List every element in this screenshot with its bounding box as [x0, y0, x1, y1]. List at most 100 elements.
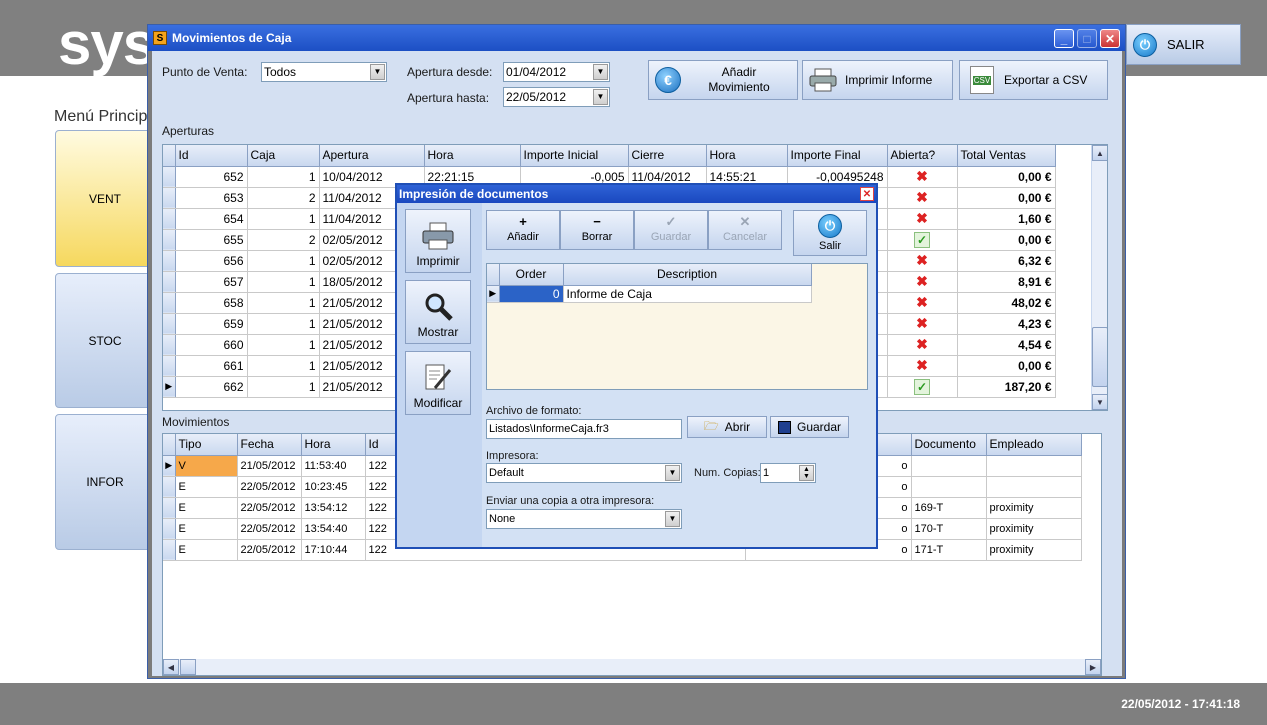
hasta-date[interactable]: 22/05/2012 ▼: [503, 87, 610, 107]
mv-col-5[interactable]: Documento: [911, 434, 987, 456]
copias-stepper[interactable]: 1 ▲ ▼: [760, 463, 816, 483]
cell[interactable]: [911, 455, 987, 477]
abrir-button[interactable]: 🗁 Abrir: [687, 416, 767, 438]
report-grid[interactable]: Order Description ▶ 0 Informe de Caja: [486, 263, 868, 390]
imprimir-button[interactable]: Imprimir: [405, 209, 471, 273]
cell[interactable]: 1,60 €: [957, 208, 1056, 230]
cell[interactable]: 187,20 €: [957, 376, 1056, 398]
dialog-titlebar[interactable]: Impresión de documentos: [397, 185, 876, 203]
tile-stock[interactable]: STOC: [55, 273, 155, 408]
cell[interactable]: 1: [247, 292, 320, 314]
tile-ventas[interactable]: VENT: [55, 130, 155, 267]
cell[interactable]: 654: [175, 208, 248, 230]
col-description[interactable]: Description: [563, 264, 812, 286]
mv-col-0[interactable]: Tipo: [175, 434, 238, 456]
movimientos-hscrollbar[interactable]: ◀ ▶: [163, 659, 1101, 675]
mostrar-button[interactable]: Mostrar: [405, 280, 471, 344]
col-7[interactable]: Importe Final: [787, 145, 888, 167]
dialog-salir-button[interactable]: ⏻ Salir: [793, 210, 867, 256]
pv-select[interactable]: Todos ▼: [261, 62, 387, 82]
desde-date[interactable]: 01/04/2012 ▼: [503, 62, 610, 82]
cell[interactable]: 13:54:12: [301, 497, 366, 519]
cell[interactable]: E: [175, 539, 238, 561]
tile-informes[interactable]: INFOR: [55, 414, 155, 550]
cell[interactable]: 662: [175, 376, 248, 398]
formato-input[interactable]: Listados\InformeCaja.fr3: [486, 419, 682, 439]
cell[interactable]: 0,00 €: [957, 187, 1056, 209]
cell[interactable]: 1: [247, 334, 320, 356]
col-6[interactable]: Hora: [706, 145, 788, 167]
col-0[interactable]: Id: [175, 145, 248, 167]
cell[interactable]: 1: [247, 271, 320, 293]
anadir-button[interactable]: + Añadir: [486, 210, 560, 250]
modificar-button[interactable]: Modificar: [405, 351, 471, 415]
window-titlebar[interactable]: S Movimientos de Caja: [148, 25, 1125, 51]
guardar-button[interactable]: Guardar: [770, 416, 849, 438]
mv-col-2[interactable]: Hora: [301, 434, 366, 456]
add-movimiento-button[interactable]: € Añadir Movimiento: [648, 60, 798, 100]
cell[interactable]: 0,00 €: [957, 229, 1056, 251]
cell[interactable]: 1: [247, 250, 320, 272]
cell[interactable]: 6,32 €: [957, 250, 1056, 272]
cell[interactable]: proximity: [986, 539, 1082, 561]
cell[interactable]: 1: [247, 376, 320, 398]
cell[interactable]: E: [175, 476, 238, 498]
cell[interactable]: 659: [175, 313, 248, 335]
spin-arrows-icon[interactable]: ▲ ▼: [799, 465, 814, 481]
scroll-thumb[interactable]: [180, 659, 196, 675]
cell[interactable]: 661: [175, 355, 248, 377]
scroll-right-icon[interactable]: ▶: [1085, 659, 1101, 675]
col-2[interactable]: Apertura: [319, 145, 425, 167]
cell[interactable]: 13:54:40: [301, 518, 366, 540]
cell[interactable]: [911, 476, 987, 498]
cell[interactable]: 10:23:45: [301, 476, 366, 498]
close-button[interactable]: ✕: [1100, 29, 1120, 48]
cell[interactable]: 658: [175, 292, 248, 314]
cell[interactable]: 21/05/2012: [237, 455, 302, 477]
cell[interactable]: 655: [175, 229, 248, 251]
export-csv-button[interactable]: CSV Exportar a CSV: [959, 60, 1108, 100]
col-8[interactable]: Abierta?: [887, 145, 958, 167]
cell[interactable]: 0,00 €: [957, 355, 1056, 377]
cell[interactable]: [986, 455, 1082, 477]
cell[interactable]: 2: [247, 187, 320, 209]
cell[interactable]: proximity: [986, 497, 1082, 519]
borrar-button[interactable]: − Borrar: [560, 210, 634, 250]
scroll-down-icon[interactable]: ▼: [1092, 394, 1107, 410]
cell[interactable]: 656: [175, 250, 248, 272]
cell[interactable]: 1: [247, 208, 320, 230]
cell[interactable]: 22/05/2012: [237, 518, 302, 540]
cell[interactable]: 169-T: [911, 497, 987, 519]
cell[interactable]: 170-T: [911, 518, 987, 540]
mv-col-1[interactable]: Fecha: [237, 434, 302, 456]
mv-col-6[interactable]: Empleado: [986, 434, 1082, 456]
impresora-select[interactable]: Default ▼: [486, 463, 682, 483]
description-cell[interactable]: Informe de Caja: [563, 285, 812, 303]
cell[interactable]: 171-T: [911, 539, 987, 561]
table-row[interactable]: ▶ 0 Informe de Caja: [487, 285, 812, 303]
cell[interactable]: E: [175, 497, 238, 519]
salir-button[interactable]: ⏻ SALIR: [1126, 24, 1241, 65]
col-5[interactable]: Cierre: [628, 145, 707, 167]
scroll-up-icon[interactable]: ▲: [1092, 145, 1107, 161]
cell[interactable]: 22/05/2012: [237, 497, 302, 519]
cell[interactable]: 0,00 €: [957, 166, 1056, 188]
cell[interactable]: 4,54 €: [957, 334, 1056, 356]
aperturas-scrollbar[interactable]: ▲ ▼: [1091, 145, 1107, 410]
cell[interactable]: 653: [175, 187, 248, 209]
scroll-thumb[interactable]: [1092, 327, 1107, 387]
cell[interactable]: 657: [175, 271, 248, 293]
cell[interactable]: 4,23 €: [957, 313, 1056, 335]
col-9[interactable]: Total Ventas: [957, 145, 1056, 167]
cell[interactable]: 8,91 €: [957, 271, 1056, 293]
cell[interactable]: 2: [247, 229, 320, 251]
col-3[interactable]: Hora: [424, 145, 521, 167]
cell[interactable]: [986, 476, 1082, 498]
minimize-button[interactable]: _: [1054, 29, 1074, 48]
otra-impresora-select[interactable]: None ▼: [486, 509, 682, 529]
cell[interactable]: 652: [175, 166, 248, 188]
col-4[interactable]: Importe Inicial: [520, 145, 629, 167]
col-1[interactable]: Caja: [247, 145, 320, 167]
col-order[interactable]: Order: [499, 264, 564, 286]
cell[interactable]: 48,02 €: [957, 292, 1056, 314]
